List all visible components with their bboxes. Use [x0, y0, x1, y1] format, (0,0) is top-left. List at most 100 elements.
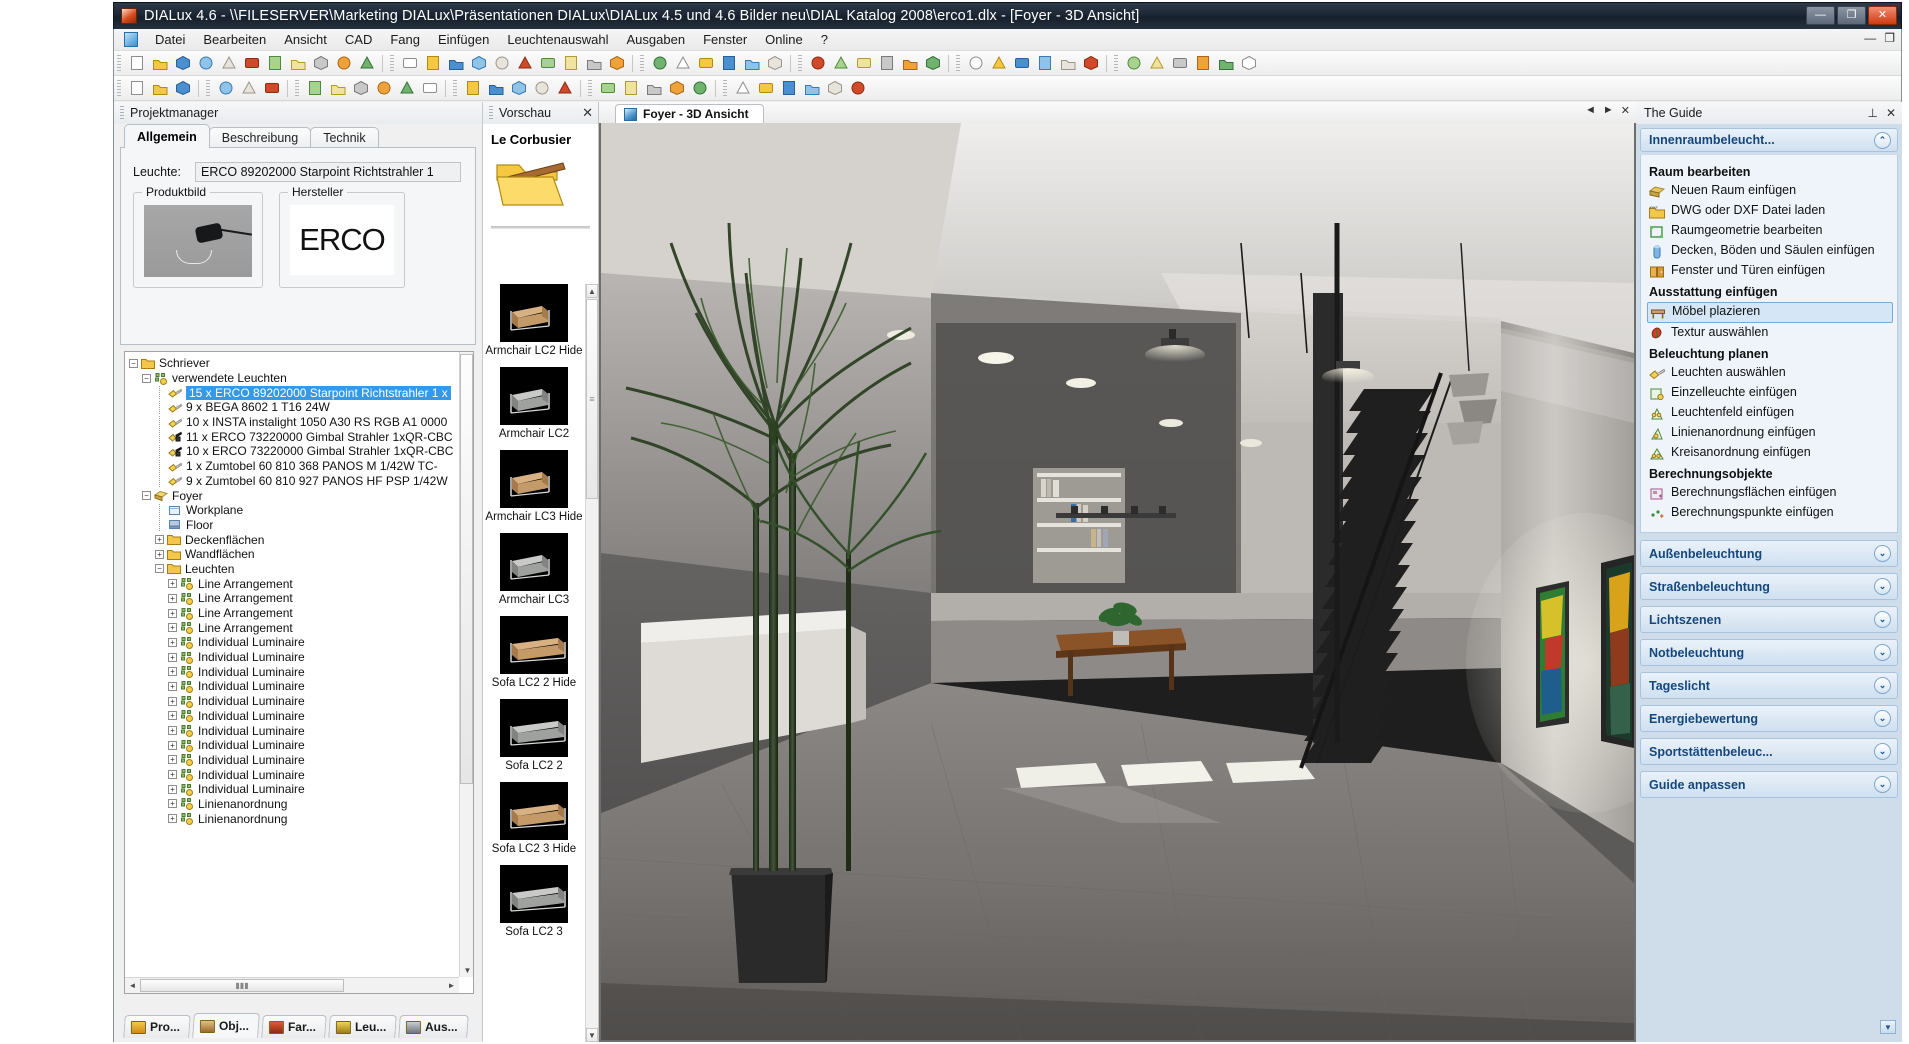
line-button[interactable]	[597, 78, 618, 99]
preview-item[interactable]: Sofa LC2 2	[483, 699, 585, 773]
bottom-tab-far[interactable]: Far...	[261, 1015, 327, 1038]
tree-node[interactable]: +Individual Luminaire	[129, 650, 459, 665]
guide-action-berechnungspunkte-einfügen[interactable]: Berechnungspunkte einfügen	[1647, 504, 1893, 523]
magic-button[interactable]	[508, 78, 529, 99]
note-button[interactable]	[1192, 53, 1213, 74]
tree-node[interactable]: +Line Arrangement	[129, 620, 459, 635]
settings-button[interactable]	[583, 53, 604, 74]
toolbar-grip[interactable]	[588, 80, 592, 97]
tree-node[interactable]: −Foyer	[129, 488, 459, 503]
preview-item[interactable]: Armchair LC3 Hide	[483, 450, 585, 524]
pdf-export-button[interactable]	[241, 53, 262, 74]
menu-item-fenster[interactable]: Fenster	[694, 30, 756, 49]
tree-node[interactable]: +Individual Luminaire	[129, 635, 459, 650]
preview-item[interactable]: Armchair LC2	[483, 367, 585, 441]
guide-action-textur-auswählen[interactable]: Textur auswählen	[1647, 324, 1893, 343]
expand-node-icon[interactable]: +	[168, 682, 177, 691]
rotate-button[interactable]	[514, 53, 535, 74]
luminaire-value-field[interactable]: ERCO 89202000 Starpoint Richtstrahler 1	[195, 162, 461, 182]
collapse-node-icon[interactable]: −	[129, 359, 138, 368]
luminaire-single-button[interactable]	[327, 78, 348, 99]
bottom-tab-aus[interactable]: Aus...	[399, 1015, 469, 1038]
menu-item-bearbeiten[interactable]: Bearbeiten	[194, 30, 275, 49]
copy-button[interactable]	[287, 53, 308, 74]
pan-button[interactable]	[755, 78, 776, 99]
point-button[interactable]	[876, 53, 897, 74]
iso-button[interactable]	[1057, 53, 1078, 74]
tree-node[interactable]: +Linienanordnung	[129, 797, 459, 812]
expand-node-icon[interactable]: +	[168, 623, 177, 632]
expand-node-icon[interactable]: +	[168, 697, 177, 706]
chevron-up-icon[interactable]: ⌃	[1874, 132, 1891, 149]
guide-scroll-down-button[interactable]: ▼	[1880, 1020, 1896, 1034]
render-raytrace-button[interactable]	[649, 53, 670, 74]
guide-action-linienanordnung-einfügen[interactable]: Linienanordnung einfügen	[1647, 424, 1893, 443]
collapse-node-icon[interactable]: −	[155, 564, 164, 573]
mdi-restore-button[interactable]: ❐	[1884, 31, 1895, 45]
column-view-button[interactable]	[172, 78, 193, 99]
tree-node[interactable]: +Individual Luminaire	[129, 694, 459, 709]
rotate3-button[interactable]	[560, 53, 581, 74]
guide-section-energiebewertung[interactable]: Energiebewertung⌄	[1640, 705, 1898, 732]
tree-node[interactable]: 11 x ERCO 73220000 Gimbal Strahler 1xQR-…	[129, 429, 459, 444]
cut-button[interactable]	[264, 53, 285, 74]
tree-node[interactable]: +Individual Luminaire	[129, 753, 459, 768]
expand-node-icon[interactable]: +	[168, 609, 177, 618]
view-solid-button[interactable]	[468, 53, 489, 74]
preview-scroll-thumb[interactable]: ≡	[586, 299, 598, 499]
menu-item-ansicht[interactable]: Ansicht	[275, 30, 336, 49]
tree-node[interactable]: Floor	[129, 518, 459, 533]
guide-action-leuchtenfeld-einfügen[interactable]: Leuchtenfeld einfügen	[1647, 404, 1893, 423]
render-view-button[interactable]	[824, 78, 845, 99]
toolbar-grip[interactable]	[956, 55, 960, 72]
save-button[interactable]	[172, 53, 193, 74]
tree-node[interactable]: +Wandflächen	[129, 547, 459, 562]
grid-button[interactable]	[830, 53, 851, 74]
new-button[interactable]	[126, 53, 147, 74]
guide-action-decken-böden-und-säulen-einfügen[interactable]: Decken, Böden und Säulen einfügen	[1647, 242, 1893, 261]
mdi-minimize-button[interactable]: —	[1864, 31, 1876, 45]
toolbar-grip[interactable]	[390, 55, 394, 72]
tree-node[interactable]: −verwendete Leuchten	[129, 371, 459, 386]
guide-action-neuen-raum-einfügen[interactable]: Neuen Raum einfügen	[1647, 182, 1893, 201]
save-view-button[interactable]	[847, 78, 868, 99]
false-color-button[interactable]	[1080, 53, 1101, 74]
table-button[interactable]	[965, 53, 986, 74]
menu-item--[interactable]: ?	[812, 30, 837, 49]
chevron-down-icon[interactable]: ⌄	[1874, 578, 1891, 595]
tree-node[interactable]: −Leuchten	[129, 562, 459, 577]
pillar-button[interactable]	[531, 78, 552, 99]
zoom-window-button[interactable]	[491, 53, 512, 74]
tab-beschreibung[interactable]: Beschreibung	[209, 127, 311, 148]
tree-horizontal-scrollbar[interactable]: ◄ ▮▮▮ ►	[125, 977, 459, 993]
preview-item-list[interactable]: Armchair LC2 HideArmchair LC2Armchair LC…	[483, 284, 585, 1042]
texture-brush-button[interactable]	[261, 78, 282, 99]
help-button[interactable]	[1215, 53, 1236, 74]
collapse-node-icon[interactable]: −	[142, 491, 151, 500]
tree-node[interactable]: +Linienanordnung	[129, 811, 459, 826]
preview-drag-grip[interactable]	[489, 106, 493, 120]
tree-node[interactable]: 9 x BEGA 8602 1 T16 24W	[129, 400, 459, 415]
tab-technik[interactable]: Technik	[310, 127, 378, 148]
furniture-button[interactable]	[238, 78, 259, 99]
guide-section-tageslicht[interactable]: Tageslicht⌄	[1640, 672, 1898, 699]
view-3d-button[interactable]	[399, 53, 420, 74]
expand-node-icon[interactable]: +	[155, 535, 164, 544]
toolbar-grip[interactable]	[117, 55, 121, 72]
list-view-button[interactable]	[149, 78, 170, 99]
expand-node-icon[interactable]: +	[168, 579, 177, 588]
tree-scroll-down-button[interactable]: ▼	[460, 963, 475, 977]
guide-action-dwg-oder-dxf-datei-laden[interactable]: DXFDWG oder DXF Datei laden	[1647, 202, 1893, 221]
grid2-button[interactable]	[689, 78, 710, 99]
guide-section-guide-anpassen[interactable]: Guide anpassen⌄	[1640, 771, 1898, 798]
expand-node-icon[interactable]: +	[168, 785, 177, 794]
object-button[interactable]	[554, 78, 575, 99]
texture-button[interactable]	[695, 53, 716, 74]
guide-section-straßenbeleuchtung[interactable]: Straßenbeleuchtung⌄	[1640, 573, 1898, 600]
layer-button[interactable]	[922, 53, 943, 74]
tree-node[interactable]: 15 x ERCO 89202000 Starpoint Richtstrahl…	[129, 385, 459, 400]
toolbar-grip[interactable]	[723, 80, 727, 97]
globe-button[interactable]	[764, 53, 785, 74]
expand-node-icon[interactable]: +	[168, 653, 177, 662]
expand-node-icon[interactable]: +	[168, 755, 177, 764]
